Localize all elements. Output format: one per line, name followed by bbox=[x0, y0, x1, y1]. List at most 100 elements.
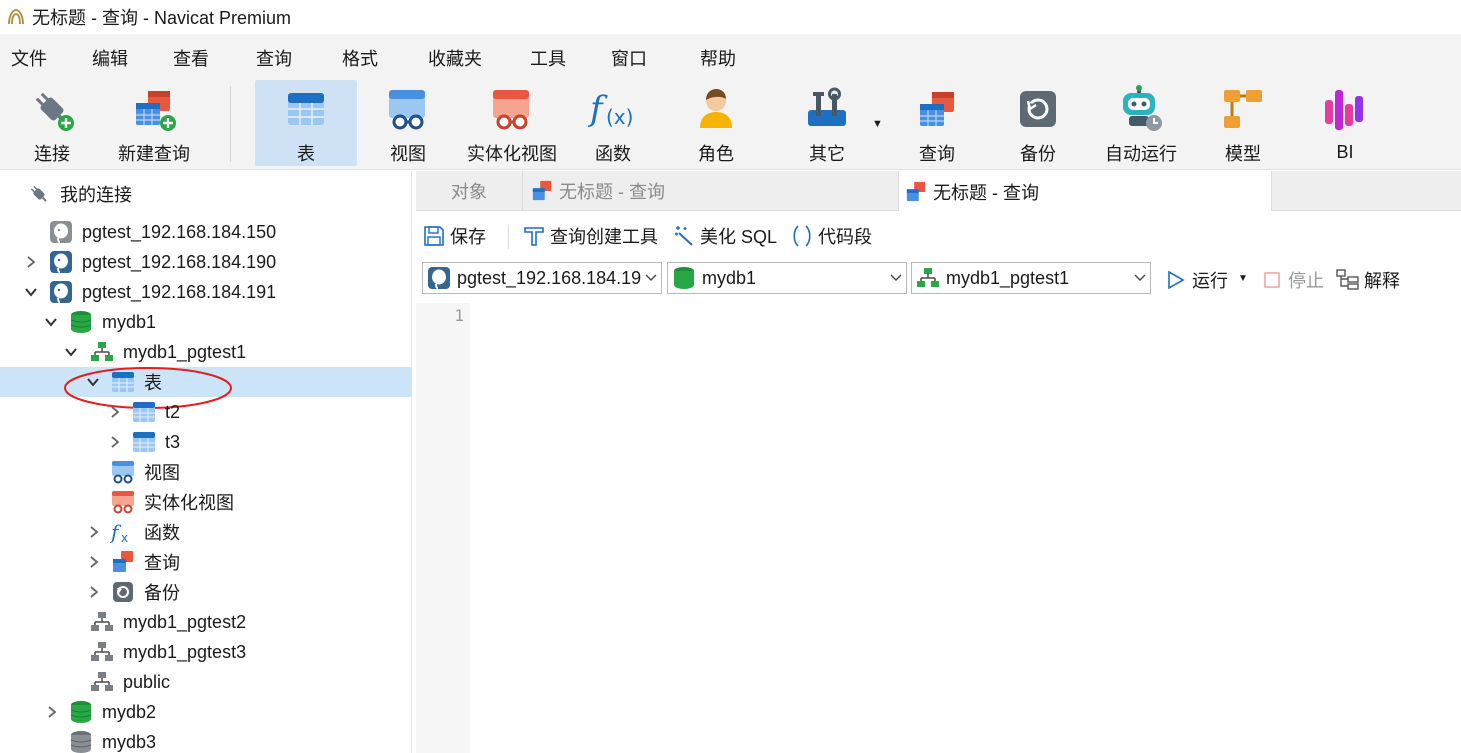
schema-select-value: mydb1_pgtest1 bbox=[946, 267, 1070, 288]
my-connections-header[interactable]: 我的连接 bbox=[0, 179, 411, 209]
tree-queries-folder[interactable]: 查询 bbox=[0, 547, 411, 577]
run-button[interactable]: 运行 bbox=[1164, 267, 1228, 293]
table-label: 表 bbox=[297, 144, 315, 164]
tree-schema-mydb1-pgtest2[interactable]: mydb1_pgtest2 bbox=[0, 607, 411, 637]
new-query-button[interactable]: 新建查询 bbox=[112, 80, 196, 166]
tree-label: mydb1_pgtest2 bbox=[123, 611, 247, 632]
query-label: 查询 bbox=[919, 144, 955, 164]
tree-label: 视图 bbox=[144, 463, 180, 483]
menu-view[interactable]: 查看 bbox=[173, 45, 209, 71]
tab-query-1[interactable]: 无标题 - 查询 bbox=[522, 171, 898, 211]
query-builder-button[interactable]: 查询创建工具 bbox=[522, 223, 658, 249]
explain-button[interactable]: 解释 bbox=[1336, 267, 1400, 293]
chevron-down-icon bbox=[1130, 274, 1150, 282]
automation-button[interactable]: 自动运行 bbox=[1100, 80, 1182, 166]
tree-functions-folder[interactable]: fx 函数 bbox=[0, 517, 411, 547]
tree-label: mydb3 bbox=[102, 731, 157, 752]
menu-format[interactable]: 格式 bbox=[342, 45, 378, 71]
chevron-right-icon[interactable] bbox=[87, 585, 101, 599]
menu-window[interactable]: 窗口 bbox=[611, 45, 647, 71]
parentheses-icon bbox=[790, 224, 814, 248]
chevron-down-icon[interactable] bbox=[44, 315, 58, 329]
tab-query-2[interactable]: 无标题 - 查询 bbox=[898, 171, 1272, 212]
materialized-view-button[interactable]: 实体化视图 bbox=[462, 80, 562, 166]
menu-help[interactable]: 帮助 bbox=[700, 45, 736, 71]
view-button[interactable]: 视图 bbox=[370, 80, 446, 166]
tree-database-mydb3[interactable]: mydb3 bbox=[0, 727, 411, 753]
chevron-right-icon[interactable] bbox=[87, 555, 101, 569]
view-label: 视图 bbox=[390, 144, 426, 164]
new-query-icon bbox=[136, 91, 176, 131]
sql-editor[interactable]: 1 bbox=[416, 303, 1461, 753]
save-button[interactable]: 保存 bbox=[422, 223, 486, 249]
tree-table-t2[interactable]: t2 bbox=[0, 397, 411, 427]
bi-label: BI bbox=[1336, 142, 1354, 162]
chevron-right-icon[interactable] bbox=[24, 255, 38, 269]
tab-query-2-label: 无标题 - 查询 bbox=[933, 182, 1039, 203]
chevron-right-icon[interactable] bbox=[108, 435, 122, 449]
model-icon bbox=[1224, 90, 1262, 128]
navicat-logo-icon bbox=[8, 9, 24, 25]
role-label: 角色 bbox=[698, 144, 734, 164]
tree-database-mydb1[interactable]: mydb1 bbox=[0, 307, 411, 337]
menu-favorites[interactable]: 收藏夹 bbox=[428, 45, 482, 71]
tree-schema-public[interactable]: public bbox=[0, 667, 411, 697]
tab-objects[interactable]: 对象 bbox=[416, 171, 522, 211]
tree-database-mydb2[interactable]: mydb2 bbox=[0, 697, 411, 727]
menu-file[interactable]: 文件 bbox=[11, 45, 47, 71]
other-dropdown-arrow-icon[interactable]: ▼ bbox=[872, 118, 883, 130]
beautify-sql-button[interactable]: 美化 SQL bbox=[672, 223, 777, 249]
line-number-gutter: 1 bbox=[416, 303, 470, 753]
tree-views-folder[interactable]: 视图 bbox=[0, 457, 411, 487]
tree-label: mydb1 bbox=[102, 311, 157, 332]
function-button[interactable]: f (x) 函数 bbox=[580, 80, 646, 166]
tree-connection-150[interactable]: pgtest_192.168.184.150 bbox=[0, 217, 411, 247]
svg-text:f: f bbox=[588, 89, 608, 129]
connection-select[interactable]: pgtest_192.168.184.191 bbox=[422, 262, 662, 294]
tree-schema-mydb1-pgtest1[interactable]: mydb1_pgtest1 bbox=[0, 337, 411, 367]
table-button[interactable]: 表 bbox=[255, 80, 357, 166]
code-snippet-button[interactable]: 代码段 bbox=[790, 223, 872, 249]
tree-table-t3[interactable]: t3 bbox=[0, 427, 411, 457]
backup-label: 备份 bbox=[1020, 144, 1056, 164]
query-builder-label: 查询创建工具 bbox=[550, 227, 658, 247]
tree-schema-mydb1-pgtest3[interactable]: mydb1_pgtest3 bbox=[0, 637, 411, 667]
connect-button[interactable]: 连接 bbox=[12, 80, 92, 166]
menu-tools[interactable]: 工具 bbox=[530, 45, 566, 71]
menu-edit[interactable]: 编辑 bbox=[92, 45, 128, 71]
menu-bar: 文件 编辑 查看 查询 格式 收藏夹 工具 窗口 帮助 bbox=[0, 34, 1461, 78]
chevron-down-icon bbox=[886, 274, 906, 282]
schema-select[interactable]: mydb1_pgtest1 bbox=[911, 262, 1151, 294]
chevron-right-icon[interactable] bbox=[108, 405, 122, 419]
tree-label: pgtest_192.168.184.150 bbox=[82, 221, 277, 242]
bi-chart-icon bbox=[1325, 90, 1363, 130]
view-icon bbox=[110, 459, 136, 485]
schema-icon bbox=[917, 268, 939, 287]
chevron-right-icon[interactable] bbox=[87, 525, 101, 539]
tree-materialized-views-folder[interactable]: 实体化视图 bbox=[0, 487, 411, 517]
schema-icon bbox=[89, 609, 115, 635]
bi-button[interactable]: BI bbox=[1310, 80, 1380, 166]
tree-connection-190[interactable]: pgtest_192.168.184.190 bbox=[0, 247, 411, 277]
other-button[interactable]: 其它 bbox=[794, 80, 860, 166]
chevron-down-icon[interactable] bbox=[24, 285, 38, 299]
schema-icon bbox=[89, 639, 115, 665]
run-dropdown-arrow-icon[interactable]: ▼ bbox=[1238, 273, 1248, 284]
tree-label: mydb2 bbox=[102, 701, 157, 722]
query-icon bbox=[110, 549, 136, 575]
chevron-right-icon[interactable] bbox=[45, 705, 59, 719]
table-icon bbox=[131, 399, 157, 425]
chevron-down-icon[interactable] bbox=[64, 345, 78, 359]
backup-button[interactable]: 备份 bbox=[1006, 80, 1070, 166]
model-button[interactable]: 模型 bbox=[1210, 80, 1276, 166]
stop-button[interactable]: 停止 bbox=[1260, 267, 1324, 293]
svg-text:(x): (x) bbox=[606, 105, 633, 129]
tree-connection-191[interactable]: pgtest_192.168.184.191 bbox=[0, 277, 411, 307]
run-label: 运行 bbox=[1192, 271, 1228, 291]
role-button[interactable]: 角色 bbox=[680, 80, 752, 166]
menu-query[interactable]: 查询 bbox=[256, 45, 292, 71]
database-select[interactable]: mydb1 bbox=[667, 262, 907, 294]
toolbar-separator bbox=[230, 86, 231, 162]
tree-backups-folder[interactable]: 备份 bbox=[0, 577, 411, 607]
query-button[interactable]: 查询 bbox=[905, 80, 969, 166]
